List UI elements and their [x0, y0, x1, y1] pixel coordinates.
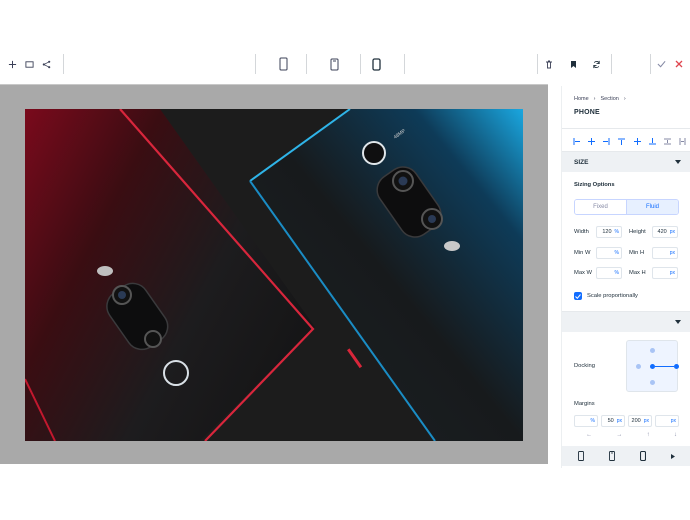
dock-left-dot[interactable]: [636, 364, 641, 369]
divider: [562, 128, 690, 129]
properties-panel: Home › Section › PHONE SIZE Sizing Optio…: [561, 86, 690, 468]
panel-device-bar: [562, 446, 690, 466]
scale-proportionally-label: Scale proportionally: [587, 293, 638, 299]
margin-bottom-input[interactable]: px: [655, 415, 679, 427]
min-w-input[interactable]: %: [596, 247, 622, 259]
distribute-vertical-icon[interactable]: [664, 137, 672, 145]
refresh-icon[interactable]: [586, 54, 606, 74]
max-w-input[interactable]: %: [596, 267, 622, 279]
arrow-up-icon: ↑: [646, 432, 650, 438]
chevron-right-icon: ›: [593, 96, 596, 102]
chevron-down-icon: [675, 160, 681, 164]
size-section-title: SIZE: [574, 158, 589, 166]
arrow-left-icon: ←: [586, 432, 593, 438]
breadcrumb: Home › Section ›: [574, 96, 626, 102]
margin-direction-arrows: ← → ↑ ↓: [574, 432, 689, 438]
width-unit: %: [614, 229, 619, 235]
fluid-option[interactable]: Fluid: [627, 200, 678, 214]
min-h-label: Min H: [629, 250, 645, 256]
size-section-header[interactable]: SIZE: [562, 152, 690, 172]
min-h-input[interactable]: px: [652, 247, 678, 259]
sizing-options-label: Sizing Options: [574, 182, 615, 188]
margin-left-unit: %: [590, 418, 595, 424]
arrow-down-icon: ↓: [673, 432, 677, 438]
panel-title: PHONE: [574, 109, 600, 116]
height-value: 420: [657, 229, 667, 235]
height-input[interactable]: 420 px: [652, 226, 678, 238]
max-h-input[interactable]: px: [652, 267, 678, 279]
toolbar-divider: [404, 54, 405, 74]
margin-top-input[interactable]: 200 px: [628, 415, 652, 427]
chevron-right-icon: ›: [623, 96, 626, 102]
delete-icon[interactable]: [539, 54, 559, 74]
sizing-options-toggle: Fixed Fluid: [574, 199, 679, 215]
align-left-icon[interactable]: [572, 137, 580, 145]
dock-connector: [655, 366, 674, 367]
dock-right-dot[interactable]: [674, 364, 679, 369]
toolbar-divider: [537, 54, 538, 74]
mobile-notch-icon[interactable]: [324, 54, 344, 74]
min-w-label: Min W: [574, 250, 591, 256]
share-nodes-icon[interactable]: [36, 54, 56, 74]
dock-bottom-dot[interactable]: [650, 380, 655, 385]
alignment-toolbar: [572, 136, 687, 146]
margin-right-value: 50: [607, 418, 614, 424]
toolbar-divider: [255, 54, 256, 74]
docking-section-header[interactable]: [562, 312, 690, 332]
close-icon[interactable]: [669, 54, 689, 74]
docking-label: Docking: [574, 363, 595, 369]
fixed-option[interactable]: Fixed: [575, 200, 627, 214]
toolbar-divider: [360, 54, 361, 74]
margin-right-input[interactable]: 50 px: [601, 415, 625, 427]
align-top-icon[interactable]: [618, 137, 626, 145]
margins-label: Margins: [574, 401, 595, 407]
max-w-label: Max W: [574, 270, 593, 276]
mobile-icon[interactable]: [639, 451, 646, 461]
height-unit: px: [669, 229, 675, 235]
checkmark-icon: [575, 293, 581, 299]
play-icon[interactable]: [670, 453, 675, 459]
breadcrumb-home[interactable]: Home: [574, 96, 589, 102]
margin-top-unit: px: [643, 418, 649, 424]
align-center-v-icon[interactable]: [633, 137, 641, 145]
docking-widget[interactable]: [626, 340, 679, 392]
breadcrumb-section[interactable]: Section: [601, 96, 619, 102]
margin-top-value: 200: [631, 418, 641, 424]
margin-left-input[interactable]: %: [574, 415, 598, 427]
min-w-unit: %: [614, 250, 619, 256]
toolbar-divider: [63, 54, 64, 74]
max-h-unit: px: [669, 270, 675, 276]
max-w-unit: %: [614, 270, 619, 276]
mobile-icon[interactable]: [366, 54, 386, 74]
margin-bottom-unit: px: [670, 418, 676, 424]
scale-proportionally-checkbox[interactable]: [574, 292, 582, 300]
dock-top-dot[interactable]: [650, 348, 655, 353]
width-value: 120: [602, 229, 612, 235]
width-input[interactable]: 120%: [596, 226, 622, 238]
chevron-down-icon: [675, 320, 681, 324]
arrow-right-icon: →: [616, 432, 623, 438]
max-h-label: Max H: [629, 270, 646, 276]
align-center-h-icon[interactable]: [587, 137, 595, 145]
toolbar-divider: [611, 54, 612, 74]
height-label: Height: [629, 229, 646, 235]
check-icon[interactable]: [651, 54, 671, 74]
mobile-notch-icon[interactable]: [609, 451, 616, 461]
min-h-unit: px: [669, 250, 675, 256]
editor-canvas[interactable]: 48MP: [0, 84, 548, 464]
distribute-horizontal-icon[interactable]: [679, 137, 687, 145]
align-bottom-icon[interactable]: [648, 137, 656, 145]
align-right-icon[interactable]: [603, 137, 611, 145]
toolbar-divider: [306, 54, 307, 74]
tablet-icon[interactable]: [273, 54, 293, 74]
tablet-icon[interactable]: [578, 451, 585, 461]
width-label: Width: [574, 229, 589, 235]
phone-photo[interactable]: 48MP: [25, 109, 523, 441]
bookmark-icon[interactable]: [563, 54, 583, 74]
top-toolbar: [0, 44, 690, 84]
margin-right-unit: px: [616, 418, 622, 424]
